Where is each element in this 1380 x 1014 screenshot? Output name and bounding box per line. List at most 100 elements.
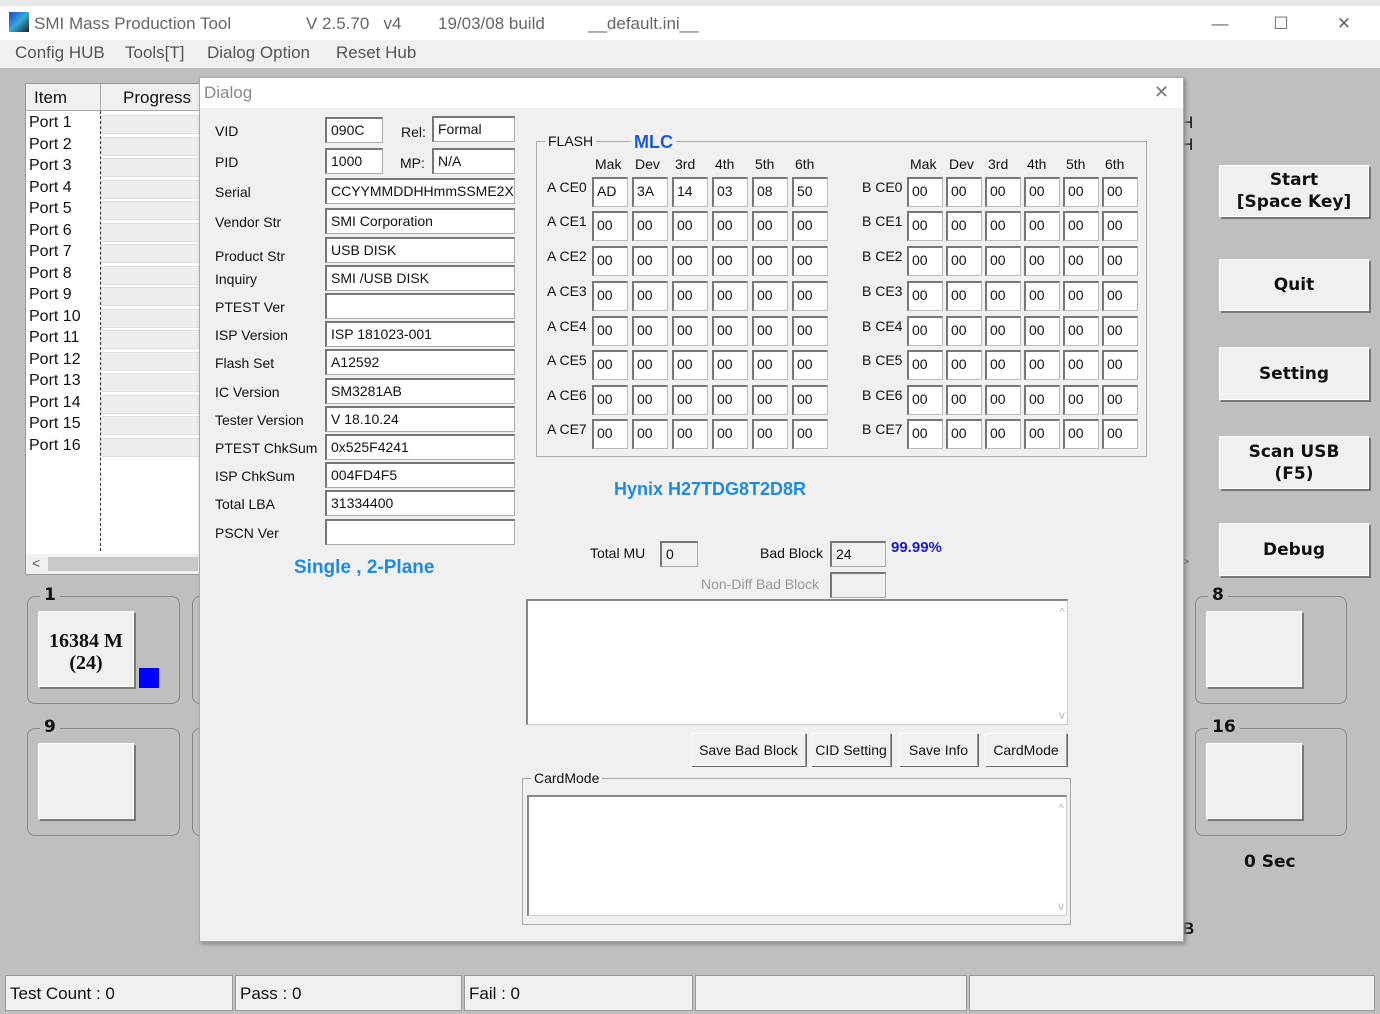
flash-id-cell[interactable]: 00	[1063, 246, 1099, 276]
bad-block-field[interactable]: 24	[830, 541, 886, 567]
flash-id-cell[interactable]: 00	[985, 281, 1021, 311]
close-button[interactable]: ✕	[1329, 14, 1359, 34]
dialog-close-button[interactable]: ✕	[1154, 82, 1169, 103]
flash-id-cell[interactable]: 00	[752, 350, 788, 380]
total-lba-field[interactable]: 31334400	[325, 490, 515, 516]
flash-id-cell[interactable]: 00	[1063, 385, 1099, 415]
port-tile-1[interactable]: 16384 M (24)	[38, 611, 134, 687]
maximize-button[interactable]: ☐	[1266, 14, 1296, 34]
flash-id-cell[interactable]: 00	[592, 350, 628, 380]
flash-id-cell[interactable]: 00	[752, 316, 788, 346]
inquiry-field[interactable]: SMI /USB DISK	[325, 265, 515, 291]
flash-id-cell[interactable]: 00	[752, 211, 788, 241]
serial-field[interactable]: CCYYMMDDHHmmSSME2XP	[325, 178, 515, 204]
port-tile-16[interactable]	[1206, 743, 1302, 819]
flash-id-cell[interactable]: 00	[1024, 246, 1060, 276]
flash-id-cell[interactable]: 3A	[632, 177, 668, 207]
log-textarea[interactable]: ^ v	[526, 599, 1068, 725]
scroll-down-icon[interactable]: v	[1059, 708, 1065, 722]
minimize-button[interactable]: —	[1205, 14, 1235, 34]
menu-dialog-option[interactable]: Dialog Option	[207, 43, 310, 63]
flash-id-cell[interactable]: 00	[907, 281, 943, 311]
flash-id-cell[interactable]: 00	[632, 350, 668, 380]
port-item-7[interactable]: Port 7	[29, 243, 72, 261]
ic-version-field[interactable]: SM3281AB	[325, 378, 515, 404]
flash-id-cell[interactable]: 00	[907, 350, 943, 380]
cardmode-button[interactable]: CardMode	[985, 733, 1067, 766]
flash-id-cell[interactable]: 00	[792, 350, 828, 380]
flash-id-cell[interactable]: 00	[985, 419, 1021, 449]
flash-id-cell[interactable]: 00	[1024, 419, 1060, 449]
flash-id-cell[interactable]: 00	[1024, 281, 1060, 311]
setting-button[interactable]: Setting	[1219, 347, 1369, 400]
flash-id-cell[interactable]: 00	[1024, 316, 1060, 346]
product-str-field[interactable]: USB DISK	[325, 237, 515, 263]
flash-id-cell[interactable]: 00	[712, 246, 748, 276]
flash-id-cell[interactable]: 00	[1102, 419, 1138, 449]
total-mu-field[interactable]: 0	[660, 541, 698, 567]
flash-id-cell[interactable]: 00	[1102, 350, 1138, 380]
flash-id-cell[interactable]: 08	[752, 177, 788, 207]
flash-id-cell[interactable]: 00	[712, 419, 748, 449]
ptest-ver-field[interactable]	[325, 293, 515, 319]
port-list[interactable]: Item Progress Port 1 Port 2 Port 3 Port 4 Po…	[25, 83, 201, 575]
port-item-13[interactable]: Port 13	[29, 372, 81, 390]
flash-id-cell[interactable]: 00	[1102, 281, 1138, 311]
flash-id-cell[interactable]: 00	[907, 385, 943, 415]
port-item-1[interactable]: Port 1	[29, 114, 72, 132]
flash-id-cell[interactable]: 00	[632, 281, 668, 311]
flash-id-cell[interactable]: 00	[1063, 211, 1099, 241]
flash-id-cell[interactable]: 00	[1063, 419, 1099, 449]
flash-id-cell[interactable]: 00	[1024, 350, 1060, 380]
flash-id-cell[interactable]: 00	[1102, 316, 1138, 346]
port-item-14[interactable]: Port 14	[29, 394, 81, 412]
flash-id-cell[interactable]: 00	[632, 419, 668, 449]
flash-id-cell[interactable]: 00	[1024, 211, 1060, 241]
column-header-item[interactable]: Item	[26, 84, 101, 111]
flash-id-cell[interactable]: 00	[946, 419, 982, 449]
menu-tools[interactable]: Tools[T]	[125, 43, 185, 63]
flash-id-cell[interactable]: 00	[946, 350, 982, 380]
flash-id-cell[interactable]: 00	[712, 281, 748, 311]
flash-id-cell[interactable]: 00	[752, 246, 788, 276]
flash-id-cell[interactable]: 00	[1102, 385, 1138, 415]
non-diff-bad-block-field[interactable]	[830, 572, 886, 598]
flash-id-cell[interactable]: 00	[985, 177, 1021, 207]
flash-id-cell[interactable]: 00	[985, 211, 1021, 241]
flash-id-cell[interactable]: 00	[1024, 385, 1060, 415]
flash-id-cell[interactable]: 00	[592, 419, 628, 449]
flash-id-cell[interactable]: 00	[672, 246, 708, 276]
flash-id-cell[interactable]: 00	[792, 419, 828, 449]
flash-id-cell[interactable]: 00	[592, 211, 628, 241]
flash-id-cell[interactable]: 00	[1102, 177, 1138, 207]
port-item-11[interactable]: Port 11	[29, 329, 79, 347]
horizontal-scrollbar[interactable]: <	[26, 554, 201, 574]
save-info-button[interactable]: Save Info	[899, 733, 978, 766]
scrollbar-thumb[interactable]	[48, 557, 198, 571]
flash-id-cell[interactable]: 00	[672, 316, 708, 346]
flash-id-cell[interactable]: 50	[792, 177, 828, 207]
flash-id-cell[interactable]: 00	[792, 211, 828, 241]
flash-id-cell[interactable]: 00	[1102, 211, 1138, 241]
flash-id-cell[interactable]: 00	[985, 350, 1021, 380]
column-header-progress[interactable]: Progress	[101, 84, 201, 111]
flash-id-cell[interactable]: 03	[712, 177, 748, 207]
flash-set-field[interactable]: A12592	[325, 349, 515, 375]
flash-id-cell[interactable]: 00	[752, 281, 788, 311]
flash-id-cell[interactable]: 00	[592, 281, 628, 311]
isp-version-field[interactable]: ISP 181023-001	[325, 321, 515, 347]
flash-id-cell[interactable]: 00	[1024, 177, 1060, 207]
flash-id-cell[interactable]: 00	[1063, 350, 1099, 380]
flash-id-cell[interactable]: AD	[592, 177, 628, 207]
menu-config-hub[interactable]: Config HUB	[15, 43, 105, 63]
isp-chksum-field[interactable]: 004FD4F5	[325, 462, 515, 488]
flash-id-cell[interactable]: 00	[712, 316, 748, 346]
flash-id-cell[interactable]: 00	[946, 211, 982, 241]
scroll-left-icon[interactable]: <	[32, 555, 40, 571]
port-item-15[interactable]: Port 15	[29, 415, 81, 433]
save-bad-block-button[interactable]: Save Bad Block	[691, 733, 806, 766]
menu-reset-hub[interactable]: Reset Hub	[336, 43, 416, 63]
flash-id-cell[interactable]: 00	[632, 385, 668, 415]
debug-button[interactable]: Debug	[1219, 523, 1369, 576]
rel-field[interactable]: Formal	[432, 116, 515, 142]
